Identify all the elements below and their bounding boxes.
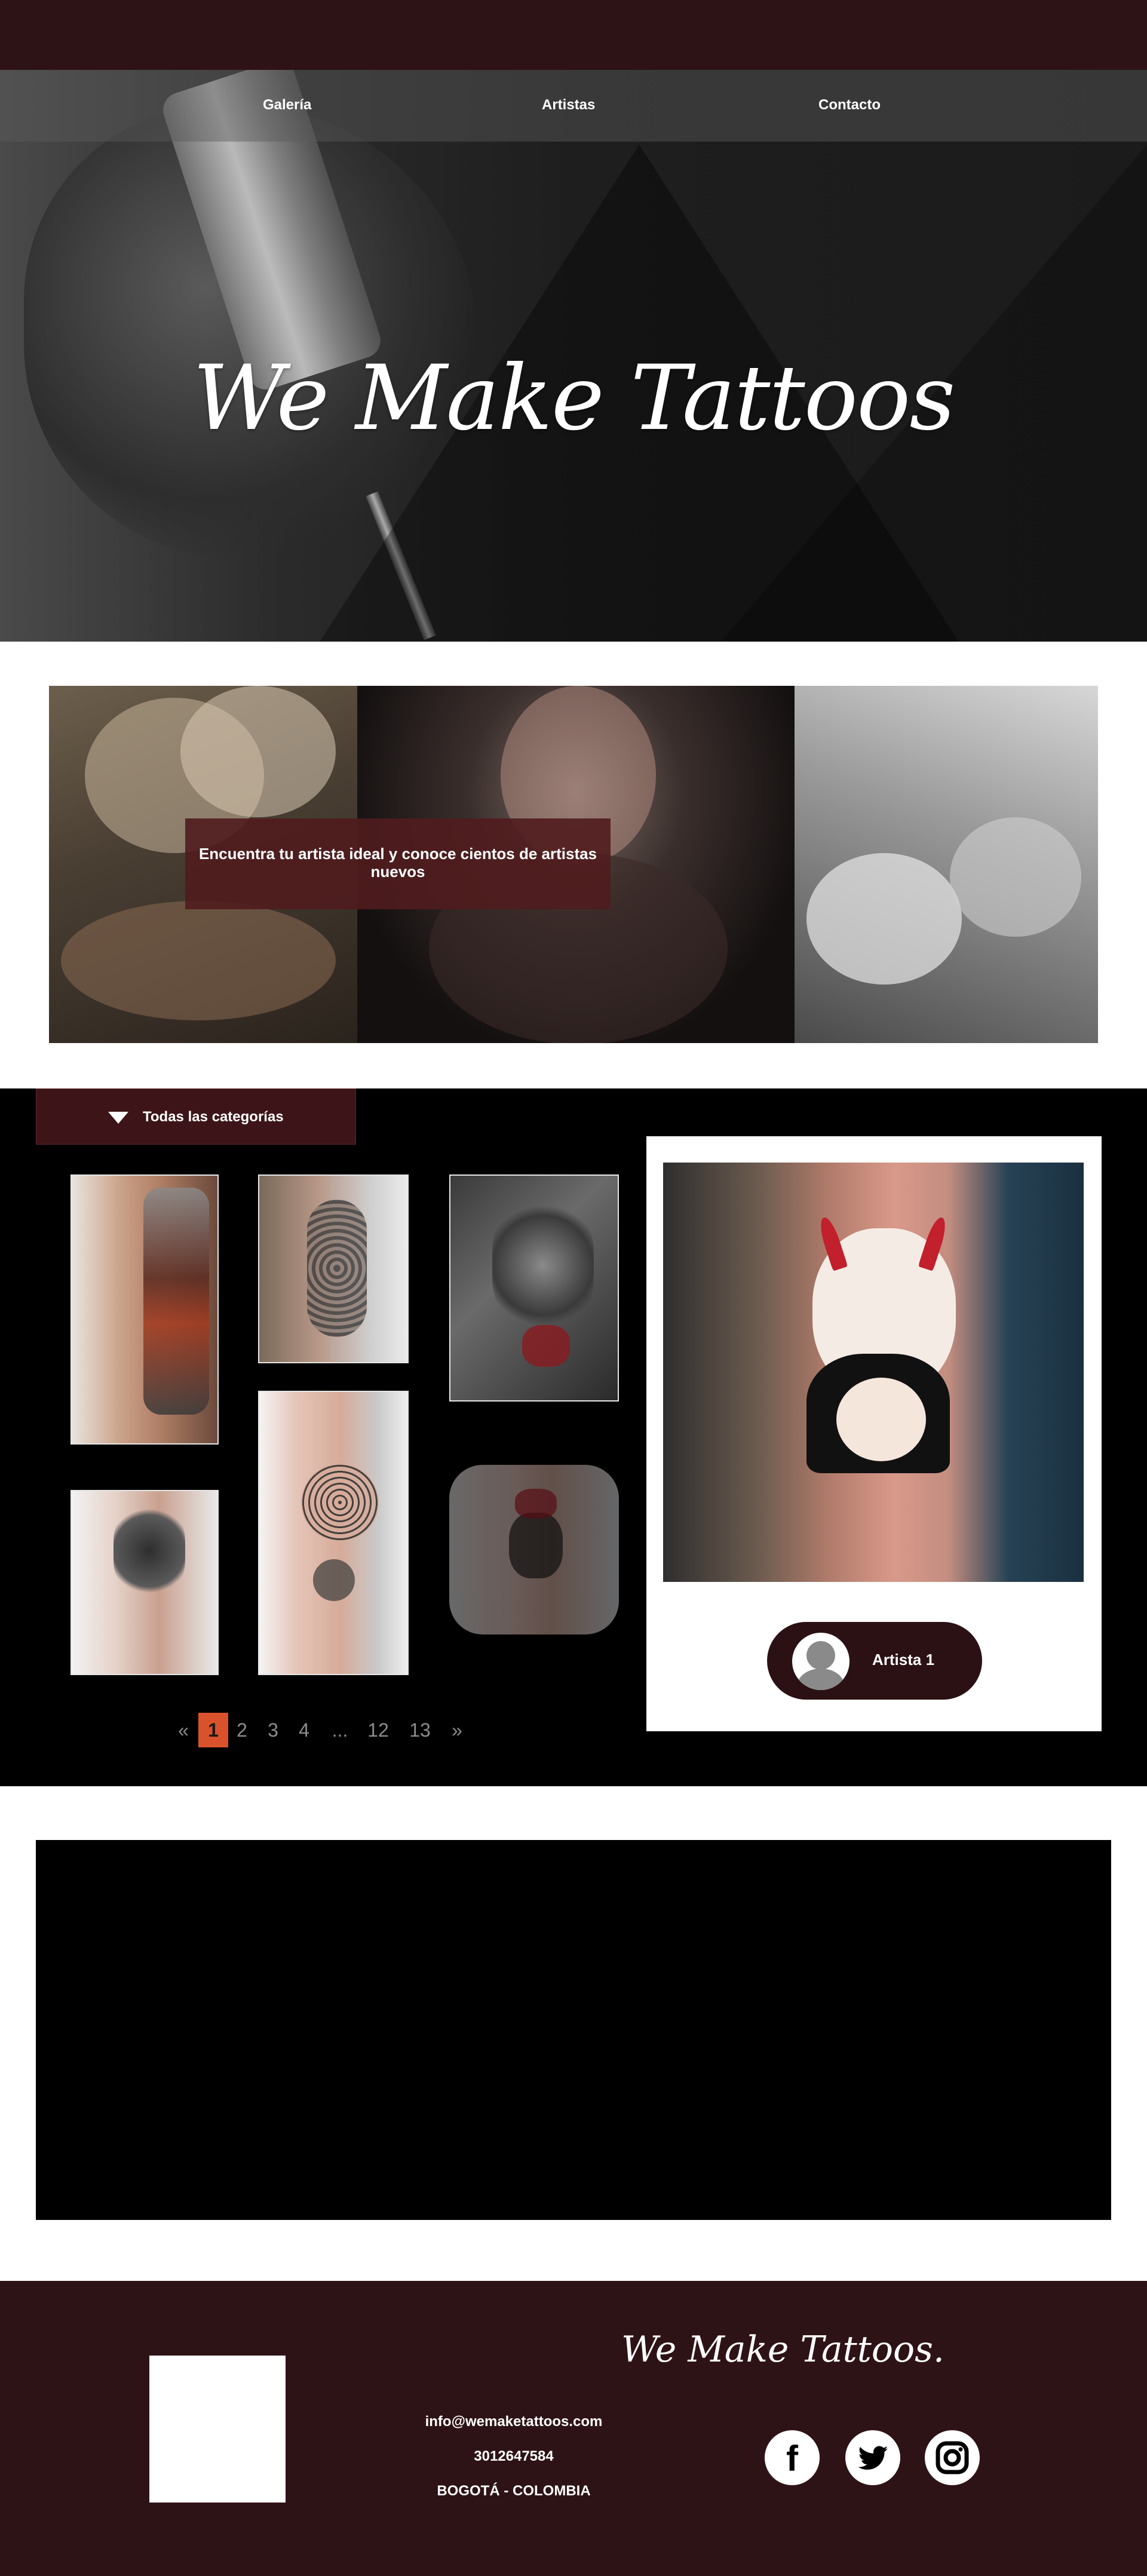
- footer-logo-placeholder: [149, 2356, 286, 2503]
- instagram-icon[interactable]: [925, 2430, 980, 2485]
- category-dropdown-label: Todas las categorías: [143, 1109, 284, 1125]
- gallery-thumb-faded[interactable]: [449, 1465, 619, 1634]
- footer: We Make Tattoos. info@wemaketattoos.com …: [0, 2281, 1147, 2576]
- category-dropdown-button[interactable]: Todas las categorías: [36, 1088, 356, 1145]
- pagination-page-active[interactable]: 1: [198, 1713, 228, 1747]
- video-block[interactable]: [36, 1840, 1111, 2220]
- pagination-page[interactable]: 13: [406, 1713, 434, 1747]
- preview-tattoo-face: [836, 1378, 926, 1461]
- top-bar: [0, 0, 1147, 70]
- gallery-thumb[interactable]: [258, 1391, 409, 1675]
- nav-link-contacto[interactable]: Contacto: [818, 97, 881, 114]
- artist-preview-card: Artista 1: [646, 1136, 1102, 1731]
- artist-name: Artista 1: [872, 1651, 935, 1669]
- pagination-page[interactable]: 12: [364, 1713, 392, 1747]
- twitter-icon[interactable]: [845, 2430, 900, 2485]
- pagination-page[interactable]: 3: [264, 1713, 282, 1747]
- dropdown-arrow-icon: [108, 1112, 128, 1124]
- pagination-ellipsis: ...: [332, 1719, 348, 1741]
- gallery-thumb[interactable]: [258, 1174, 409, 1363]
- promo-banner: Encuentra tu artista ideal y conoce cien…: [49, 686, 1098, 1043]
- facebook-icon[interactable]: f: [765, 2430, 820, 2485]
- nav-link-galeria[interactable]: Galería: [263, 97, 311, 114]
- footer-email[interactable]: info@wemaketattoos.com: [394, 2414, 633, 2430]
- hero-title: We Make Tattoos: [192, 346, 956, 450]
- preview-tattoo-image: [663, 1163, 1084, 1582]
- pagination-next[interactable]: »: [448, 1713, 466, 1747]
- pagination-page[interactable]: 4: [295, 1713, 313, 1747]
- footer-location: BOGOTÁ - COLOMBIA: [437, 2483, 591, 2499]
- footer-phone: 3012647584: [474, 2448, 554, 2464]
- gallery-thumb[interactable]: [449, 1174, 619, 1402]
- gallery-thumb[interactable]: [70, 1490, 219, 1675]
- svg-text:f: f: [786, 2439, 799, 2479]
- pagination-prev[interactable]: «: [174, 1713, 192, 1747]
- banner-text-box: Encuentra tu artista ideal y conoce cien…: [185, 818, 611, 909]
- artist-avatar: [792, 1633, 849, 1690]
- footer-brand-script: We Make Tattoos.: [621, 2329, 944, 2370]
- banner-image-right: [795, 686, 1098, 1043]
- pagination-page[interactable]: 2: [233, 1713, 251, 1747]
- artist-profile-button[interactable]: Artista 1: [767, 1622, 982, 1700]
- main-nav: Galería Artistas Contacto: [0, 70, 1147, 142]
- gallery-thumb[interactable]: [70, 1174, 219, 1445]
- nav-link-artistas[interactable]: Artistas: [542, 97, 595, 114]
